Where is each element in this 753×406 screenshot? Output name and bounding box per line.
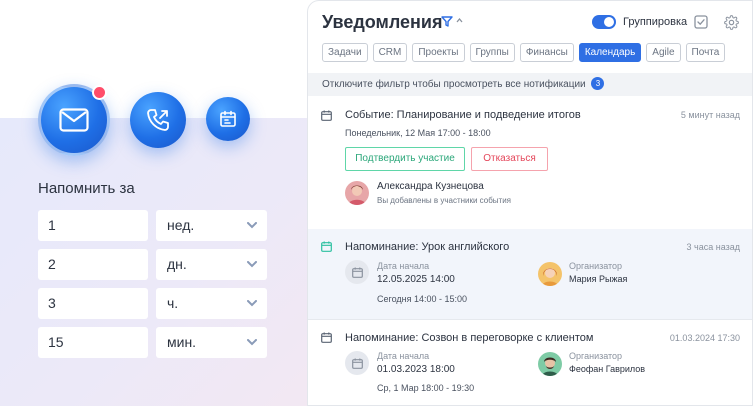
notification-time: 01.03.2024 17:30 bbox=[669, 333, 740, 343]
outgoing-call-icon bbox=[147, 109, 169, 131]
chevron-up-icon[interactable] bbox=[456, 18, 463, 23]
filter-icon[interactable] bbox=[441, 16, 453, 27]
reminder-value-input[interactable]: 2 bbox=[38, 249, 148, 280]
tab-calendar[interactable]: Календарь bbox=[578, 43, 642, 62]
calendar-check-icon bbox=[321, 241, 332, 252]
filter-notice-bar[interactable]: Отключите фильтр чтобы просмотреть все н… bbox=[308, 73, 752, 96]
calendar-icon bbox=[351, 267, 363, 278]
event-date-icon-holder bbox=[345, 260, 369, 284]
start-date-label: Дата начала bbox=[377, 351, 430, 361]
mark-all-read-icon[interactable] bbox=[694, 15, 708, 29]
event-datetime: Понедельник, 12 Мая 17:00 - 18:00 bbox=[345, 128, 491, 138]
tab-crm[interactable]: CRM bbox=[372, 43, 408, 62]
tab-groups[interactable]: Группы bbox=[469, 43, 515, 62]
notification-item: Событие: Планирование и подведение итого… bbox=[308, 96, 752, 229]
calendar-button[interactable] bbox=[206, 97, 250, 141]
tab-tasks[interactable]: Задачи bbox=[322, 43, 368, 62]
calendar-icon bbox=[321, 110, 332, 121]
organizer-name[interactable]: Феофан Гаврилов bbox=[569, 364, 645, 374]
chevron-down-icon bbox=[247, 261, 257, 268]
accept-button[interactable]: Подтвердить участие bbox=[345, 147, 465, 171]
start-date-label: Дата начала bbox=[377, 261, 430, 271]
notification-item: Напоминание: Созвон в переговорке с клие… bbox=[308, 319, 752, 405]
notification-title[interactable]: Напоминание: Созвон в переговорке с клие… bbox=[345, 332, 593, 344]
filter-notice-text: Отключите фильтр чтобы просмотреть все н… bbox=[322, 79, 586, 90]
grouping-label: Группировка bbox=[623, 16, 688, 28]
person-note: Вы добавлены в участники события bbox=[377, 196, 512, 205]
calendar-icon bbox=[220, 110, 236, 127]
notification-title[interactable]: Событие: Планирование и подведение итого… bbox=[345, 109, 581, 121]
envelope-icon bbox=[59, 108, 89, 132]
notifications-panel: Уведомления Группировка Задачи CRM Проек… bbox=[307, 0, 753, 406]
avatar[interactable] bbox=[538, 262, 562, 286]
person-name[interactable]: Александра Кузнецова bbox=[377, 181, 484, 192]
category-tabs: Задачи CRM Проекты Группы Финансы Календ… bbox=[322, 43, 726, 62]
reminder-unit-label: ч. bbox=[167, 295, 179, 311]
reminder-value-input[interactable]: 1 bbox=[38, 210, 148, 241]
event-schedule: Сегодня 14:00 - 15:00 bbox=[377, 294, 468, 304]
reminder-unit-label: дн. bbox=[167, 256, 187, 272]
gear-icon[interactable] bbox=[724, 15, 739, 30]
reminder-unit-select[interactable]: мин. bbox=[156, 327, 267, 358]
notification-time: 5 минут назад bbox=[680, 110, 740, 120]
reminder-title: Напомнить за bbox=[38, 180, 135, 197]
start-date-value: 12.05.2025 14:00 bbox=[377, 274, 455, 285]
tab-projects[interactable]: Проекты bbox=[412, 43, 465, 62]
organizer-name[interactable]: Мария Рыжая bbox=[569, 274, 627, 284]
reminder-row: 15 мин. bbox=[38, 327, 267, 358]
reminder-row: 2 дн. bbox=[38, 249, 267, 280]
reminder-unit-select[interactable]: ч. bbox=[156, 288, 267, 319]
decline-button[interactable]: Отказаться bbox=[471, 147, 548, 171]
chevron-down-icon bbox=[247, 300, 257, 307]
avatar[interactable] bbox=[538, 352, 562, 376]
organizer-label: Организатор bbox=[569, 351, 623, 361]
chevron-down-icon bbox=[247, 339, 257, 346]
reminder-row: 3 ч. bbox=[38, 288, 267, 319]
call-button[interactable] bbox=[130, 92, 186, 148]
avatar[interactable] bbox=[345, 181, 369, 205]
notification-title[interactable]: Напоминание: Урок английского bbox=[345, 241, 509, 253]
reminder-value-input[interactable]: 15 bbox=[38, 327, 148, 358]
notification-item: Напоминание: Урок английского 3 часа наз… bbox=[308, 229, 752, 319]
reminder-unit-label: нед. bbox=[167, 217, 195, 233]
tab-agile[interactable]: Agile bbox=[646, 43, 681, 62]
tab-mail[interactable]: Почта bbox=[685, 43, 726, 62]
calendar-icon bbox=[351, 358, 363, 369]
event-date-icon-holder bbox=[345, 351, 369, 375]
start-date-value: 01.03.2023 18:00 bbox=[377, 364, 455, 375]
reminder-unit-select[interactable]: дн. bbox=[156, 249, 267, 280]
panel-title: Уведомления bbox=[322, 12, 443, 32]
tab-finance[interactable]: Финансы bbox=[519, 43, 574, 62]
organizer-label: Организатор bbox=[569, 261, 623, 271]
grouping-toggle[interactable] bbox=[592, 15, 616, 29]
chevron-down-icon bbox=[247, 222, 257, 229]
event-schedule: Ср, 1 Мар 18:00 - 19:30 bbox=[377, 383, 475, 393]
reminder-row: 1 нед. bbox=[38, 210, 267, 241]
filter-count-badge: 3 bbox=[591, 77, 605, 90]
reminder-unit-label: мин. bbox=[167, 334, 197, 350]
reminder-unit-select[interactable]: нед. bbox=[156, 210, 267, 241]
calendar-icon bbox=[321, 332, 332, 343]
reminder-value-input[interactable]: 3 bbox=[38, 288, 148, 319]
notification-time: 3 часа назад bbox=[686, 242, 740, 252]
unread-indicator-dot bbox=[92, 85, 107, 100]
